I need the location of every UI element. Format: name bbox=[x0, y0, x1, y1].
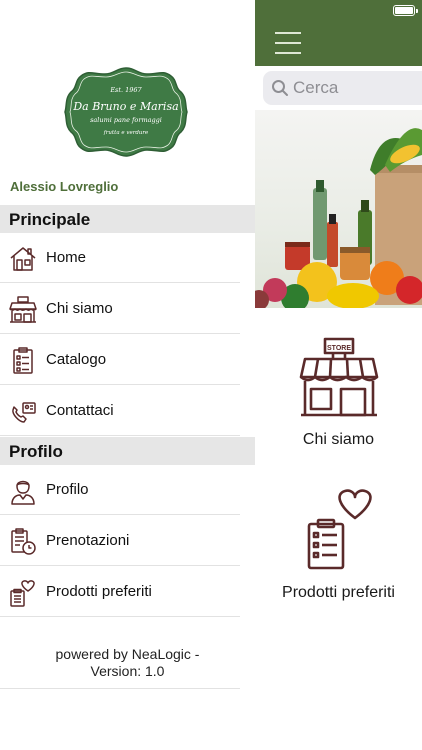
side-drawer: Est. 1967 Da Bruno e Marisa salumi pane … bbox=[0, 0, 255, 750]
section-header-principale: Principale bbox=[0, 205, 255, 233]
logo-tagline: salumi pane formaggi bbox=[90, 116, 162, 124]
battery-icon bbox=[393, 5, 418, 16]
menu-item-label: Chi siamo bbox=[46, 300, 113, 317]
search-input[interactable] bbox=[293, 71, 422, 105]
menu-item-catalogo[interactable]: Catalogo bbox=[0, 335, 240, 385]
app-header bbox=[255, 0, 422, 66]
menu-item-profilo[interactable]: Profilo bbox=[0, 465, 240, 515]
tile-chi-siamo[interactable]: STORE Chi siamo bbox=[255, 333, 422, 453]
menu-item-label: Prenotazioni bbox=[46, 532, 130, 549]
hamburger-menu-icon[interactable] bbox=[275, 30, 301, 56]
footer-version: Version: 1.0 bbox=[90, 663, 165, 679]
tile-chi-siamo-label: Chi siamo bbox=[302, 431, 375, 448]
favorites-clipboard-icon bbox=[307, 489, 372, 570]
menu-item-label: Prodotti preferiti bbox=[46, 583, 152, 600]
search-bar[interactable] bbox=[263, 71, 422, 105]
contact-phone-icon bbox=[12, 402, 36, 423]
menu-item-prodotti-preferiti[interactable]: Prodotti preferiti bbox=[0, 567, 240, 617]
logo-est: Est. 1967 bbox=[109, 86, 142, 94]
tile-prodotti-preferiti[interactable]: Prodotti preferiti bbox=[255, 488, 422, 608]
store-icon: STORE bbox=[299, 337, 378, 417]
home-icon bbox=[10, 247, 36, 271]
favorites-icon bbox=[10, 580, 35, 607]
bookings-icon bbox=[11, 528, 36, 555]
user-icon bbox=[11, 480, 35, 505]
tile-prodotti-preferiti-label: Prodotti preferiti bbox=[282, 584, 395, 601]
logo-tagline2: frutta e verdure bbox=[103, 130, 149, 136]
main-screen: STORE Chi siamo Prodotti preferiti bbox=[255, 0, 422, 750]
menu-item-label: Profilo bbox=[46, 481, 89, 498]
svg-text:STORE: STORE bbox=[327, 345, 351, 352]
menu-item-label: Home bbox=[46, 249, 87, 266]
brand-logo: Est. 1967 Da Bruno e Marisa salumi pane … bbox=[64, 67, 188, 157]
menu-item-contattaci[interactable]: Contattaci bbox=[0, 386, 240, 436]
search-icon bbox=[272, 80, 288, 96]
section-header-profilo: Profilo bbox=[0, 437, 255, 465]
hero-groceries-image bbox=[255, 110, 422, 308]
menu-item-label: Catalogo bbox=[46, 351, 107, 368]
logo-name: Da Bruno e Marisa bbox=[72, 100, 178, 113]
menu-item-label: Contattaci bbox=[46, 402, 114, 419]
menu-item-chi-siamo[interactable]: Chi siamo bbox=[0, 284, 240, 334]
catalog-icon bbox=[13, 347, 33, 374]
divider bbox=[0, 688, 240, 689]
footer-powered-by: powered by NeaLogic - bbox=[55, 646, 200, 662]
store-icon bbox=[9, 296, 37, 323]
menu-item-home[interactable]: Home bbox=[0, 233, 240, 283]
user-name: Alessio Lovreglio bbox=[10, 179, 119, 194]
footer: powered by NeaLogic - Version: 1.0 bbox=[0, 646, 255, 680]
menu-item-prenotazioni[interactable]: Prenotazioni bbox=[0, 516, 240, 566]
